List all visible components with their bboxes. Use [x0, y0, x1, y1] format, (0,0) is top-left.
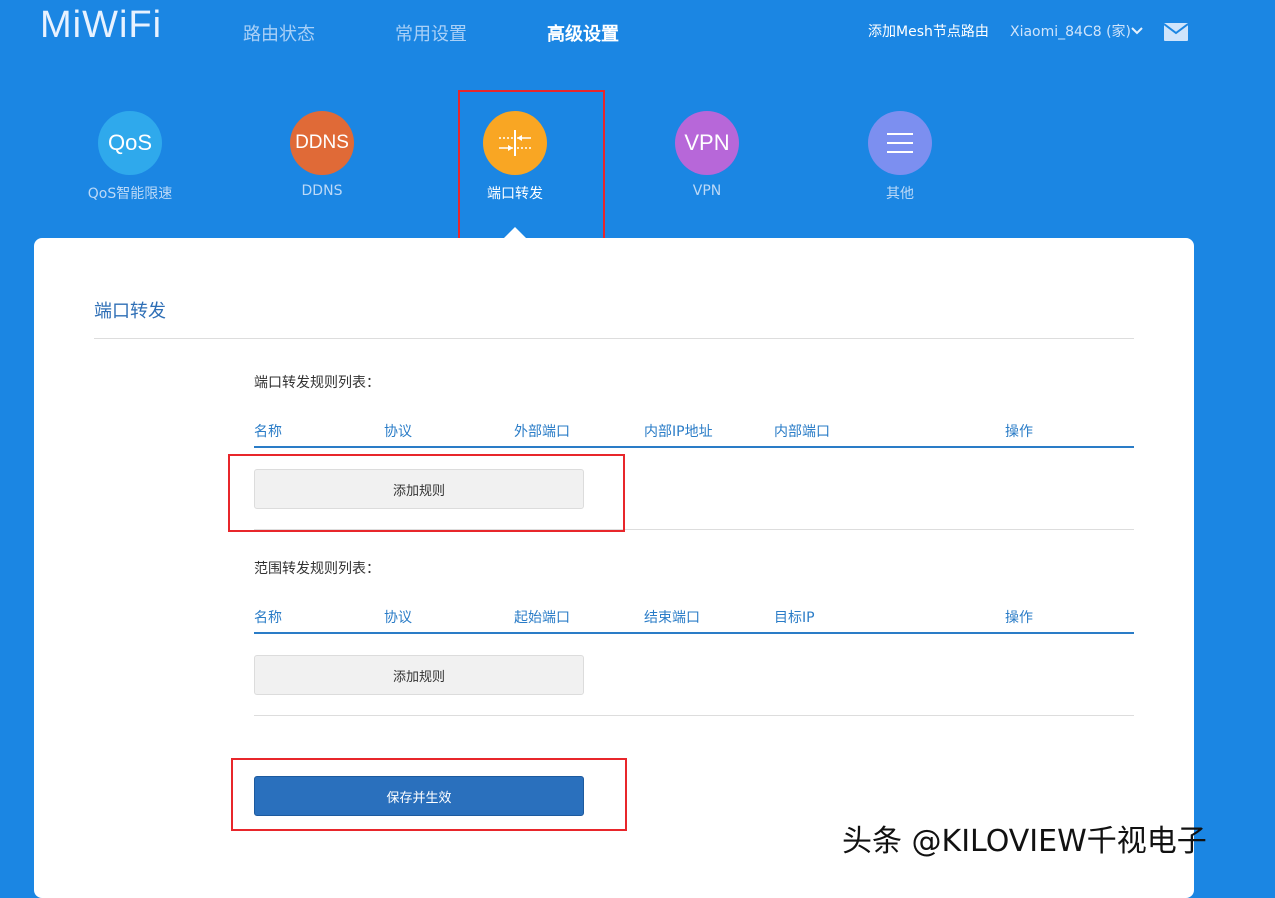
add-mesh-link[interactable]: 添加Mesh节点路由 — [868, 21, 989, 41]
column-header: 协议 — [384, 424, 412, 440]
ddns-icon: DDNS — [290, 111, 354, 175]
column-header: 名称 — [254, 424, 282, 440]
nav-common-settings[interactable]: 常用设置 — [395, 20, 467, 46]
header-underline — [254, 632, 1134, 634]
nav-advanced-settings[interactable]: 高级设置 — [547, 20, 619, 46]
page-title: 端口转发 — [94, 301, 166, 322]
nav-router-status[interactable]: 路由状态 — [243, 20, 315, 46]
category-label: VPN — [692, 183, 722, 199]
vpn-icon: VPN — [675, 111, 739, 175]
device-selector[interactable]: Xiaomi_84C8 (家) — [1010, 21, 1131, 41]
miwifi-logo: MiWiFi — [40, 4, 163, 46]
column-header: 名称 — [254, 610, 282, 626]
column-header: 结束端口 — [644, 610, 700, 626]
active-pointer — [504, 227, 526, 238]
mail-icon[interactable] — [1164, 23, 1188, 41]
category-qos[interactable]: QoS QoS智能限速 — [65, 111, 195, 203]
column-header: 目标IP — [774, 610, 815, 626]
column-header: 内部端口 — [774, 424, 830, 440]
column-header: 内部IP地址 — [644, 424, 713, 440]
highlight-box-add-rule — [228, 454, 625, 532]
column-header: 起始端口 — [514, 610, 570, 626]
category-ddns[interactable]: DDNS DDNS — [257, 111, 387, 199]
divider — [94, 338, 1134, 339]
column-header: 外部端口 — [514, 424, 570, 440]
highlight-box-category — [458, 90, 605, 245]
chevron-down-icon[interactable] — [1130, 26, 1144, 36]
add-range-rule-button[interactable]: 添加规则 — [254, 655, 584, 695]
menu-icon — [868, 111, 932, 175]
category-other[interactable]: 其他 — [835, 111, 965, 203]
range-rules-title: 范围转发规则列表： — [254, 561, 380, 577]
column-header: 操作 — [1005, 424, 1033, 440]
qos-icon: QoS — [98, 111, 162, 175]
watermark: 头条 @KILOVIEW千视电子 — [842, 824, 1207, 859]
divider — [254, 715, 1134, 716]
header-underline — [254, 446, 1134, 448]
column-header: 操作 — [1005, 610, 1033, 626]
column-header: 协议 — [384, 610, 412, 626]
category-vpn[interactable]: VPN VPN — [642, 111, 772, 199]
highlight-box-save — [231, 758, 627, 831]
category-label: QoS智能限速 — [87, 186, 173, 202]
category-label: DDNS — [301, 183, 343, 199]
category-label: 其他 — [886, 186, 914, 202]
port-rules-title: 端口转发规则列表： — [254, 375, 380, 391]
